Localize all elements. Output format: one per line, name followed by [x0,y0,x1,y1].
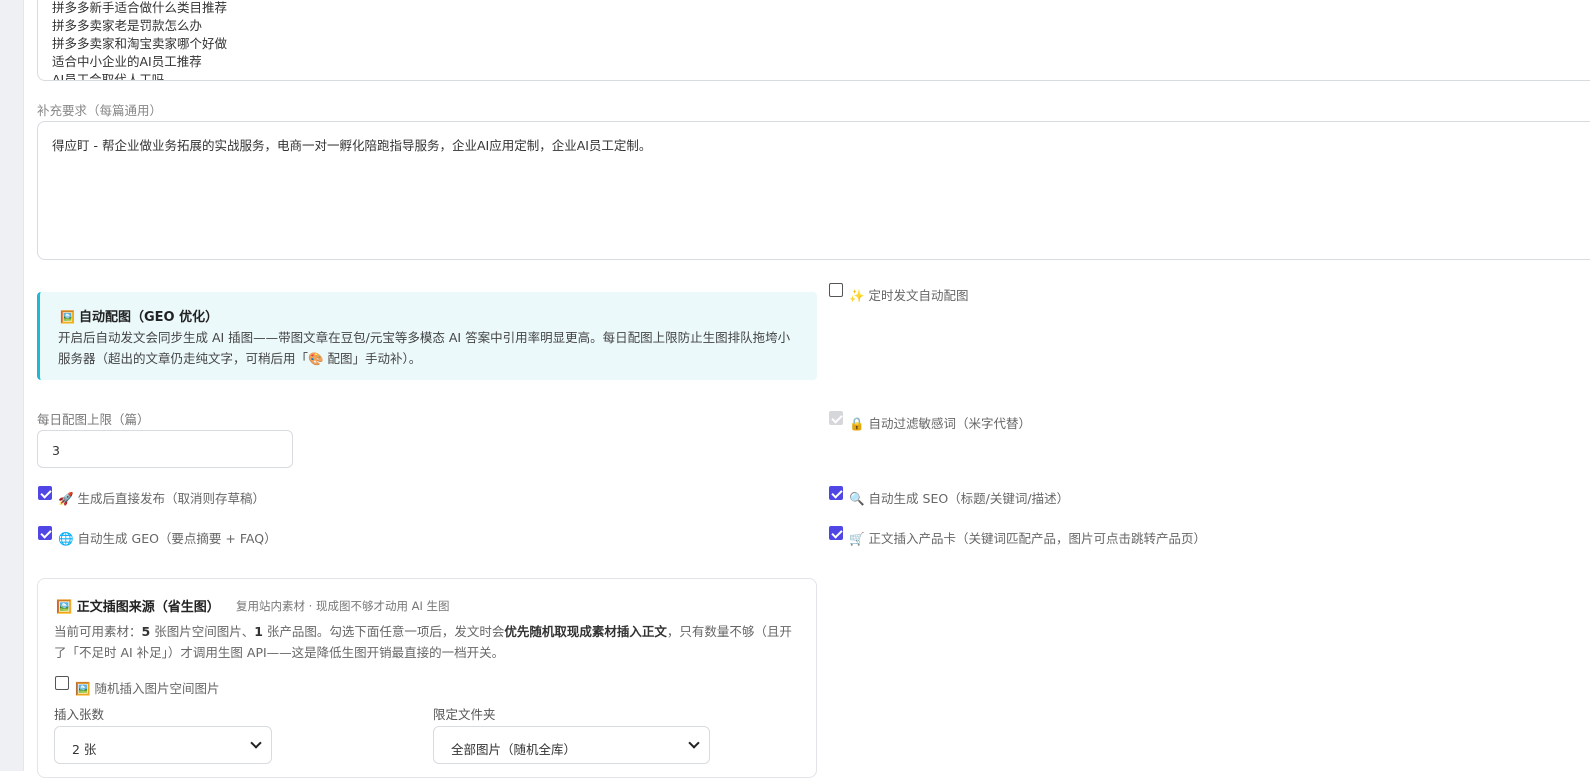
insert-count-select[interactable]: 2 张 [54,726,272,764]
insert-count-label: 插入张数 [54,707,105,722]
auto-image-info-box: 🖼️ 自动配图（GEO 优化） 开启后自动发文会同步生成 AI 插图——带图文章在… [37,292,817,380]
topic-line: 拼多多卖家老是罚款怎么办 [52,18,203,33]
random-insert-checkbox[interactable] [55,676,69,690]
daily-limit-label: 每日配图上限（篇） [37,412,150,427]
chevron-down-icon [250,737,262,749]
topics-textarea[interactable]: 拼多多新手适合做什么类目推荐 拼多多卖家老是罚款怎么办 拼多多卖家和淘宝卖家哪个… [37,0,1590,81]
topic-line: 拼多多新手适合做什么类目推荐 [52,0,228,15]
publish-direct-label: 🚀 生成后直接发布（取消则存草稿） [58,491,266,506]
folder-label: 限定文件夹 [433,707,496,722]
priority-note: 优先随机取现成素材插入正文 [504,624,667,639]
insert-product-card-checkbox[interactable] [829,526,843,540]
image-source-description: 当前可用素材：5 张图片空间图片、1 张产品图。勾选下面任意一项后，发文时会优先… [54,624,792,660]
random-insert-label: 🖼️ 随机插入图片空间图片 [75,681,220,696]
image-count: 5 [141,624,151,639]
topic-line: 适合中小企业的AI员工推荐 [52,54,202,69]
scheduled-image-checkbox[interactable] [829,283,843,297]
folder-value: 全部图片（随机全库） [451,742,577,757]
requirements-label: 补充要求（每篇通用） [37,103,163,118]
publish-direct-checkbox[interactable] [38,486,52,500]
chevron-down-icon [688,737,700,749]
requirements-text: 得应盯 - 帮企业做业务拓展的实战服务，电商一对一孵化陪跑指导服务，企业AI应用… [52,138,652,153]
folder-select[interactable]: 全部图片（随机全库） [433,726,710,764]
auto-seo-checkbox[interactable] [829,486,843,500]
image-source-panel: 🖼️ 正文插图来源（省生图） 复用站内素材 · 现成图不够才动用 AI 生图 当… [37,578,817,778]
insert-product-card-label: 🛒 正文插入产品卡（关键词匹配产品，图片可点击跳转产品页） [849,531,1207,546]
auto-geo-checkbox[interactable] [38,526,52,540]
product-count: 1 [254,624,263,639]
auto-seo-label: 🔍 自动生成 SEO（标题/关键词/描述） [849,491,1070,506]
filter-sensitive-checkbox [829,411,843,425]
image-source-subtitle: 复用站内素材 · 现成图不够才动用 AI 生图 [236,599,450,613]
insert-count-value: 2 张 [72,742,97,757]
auto-image-title: 🖼️ 自动配图（GEO 优化） [60,310,219,325]
daily-limit-input[interactable]: 3 [37,430,293,468]
auto-image-description: 开启后自动发文会同步生成 AI 插图——带图文章在豆包/元宝等多模态 AI 答案… [58,330,791,366]
topic-line: 拼多多卖家和淘宝卖家哪个好做 [52,36,228,51]
image-source-title: 🖼️ 正文插图来源（省生图） [56,600,220,615]
auto-geo-label: 🌐 自动生成 GEO（要点摘要 + FAQ） [58,531,277,546]
left-sidebar-edge [0,0,24,771]
scheduled-image-label: ✨ 定时发文自动配图 [849,288,969,303]
requirements-textarea[interactable]: 得应盯 - 帮企业做业务拓展的实战服务，电商一对一孵化陪跑指导服务，企业AI应用… [37,121,1590,260]
topic-line: AI员工会取代人工吗 [52,72,165,81]
daily-limit-value: 3 [52,443,60,458]
picture-icon: 🖼️ [60,310,75,324]
filter-sensitive-label: 🔒 自动过滤敏感词（米字代替） [849,416,1032,431]
